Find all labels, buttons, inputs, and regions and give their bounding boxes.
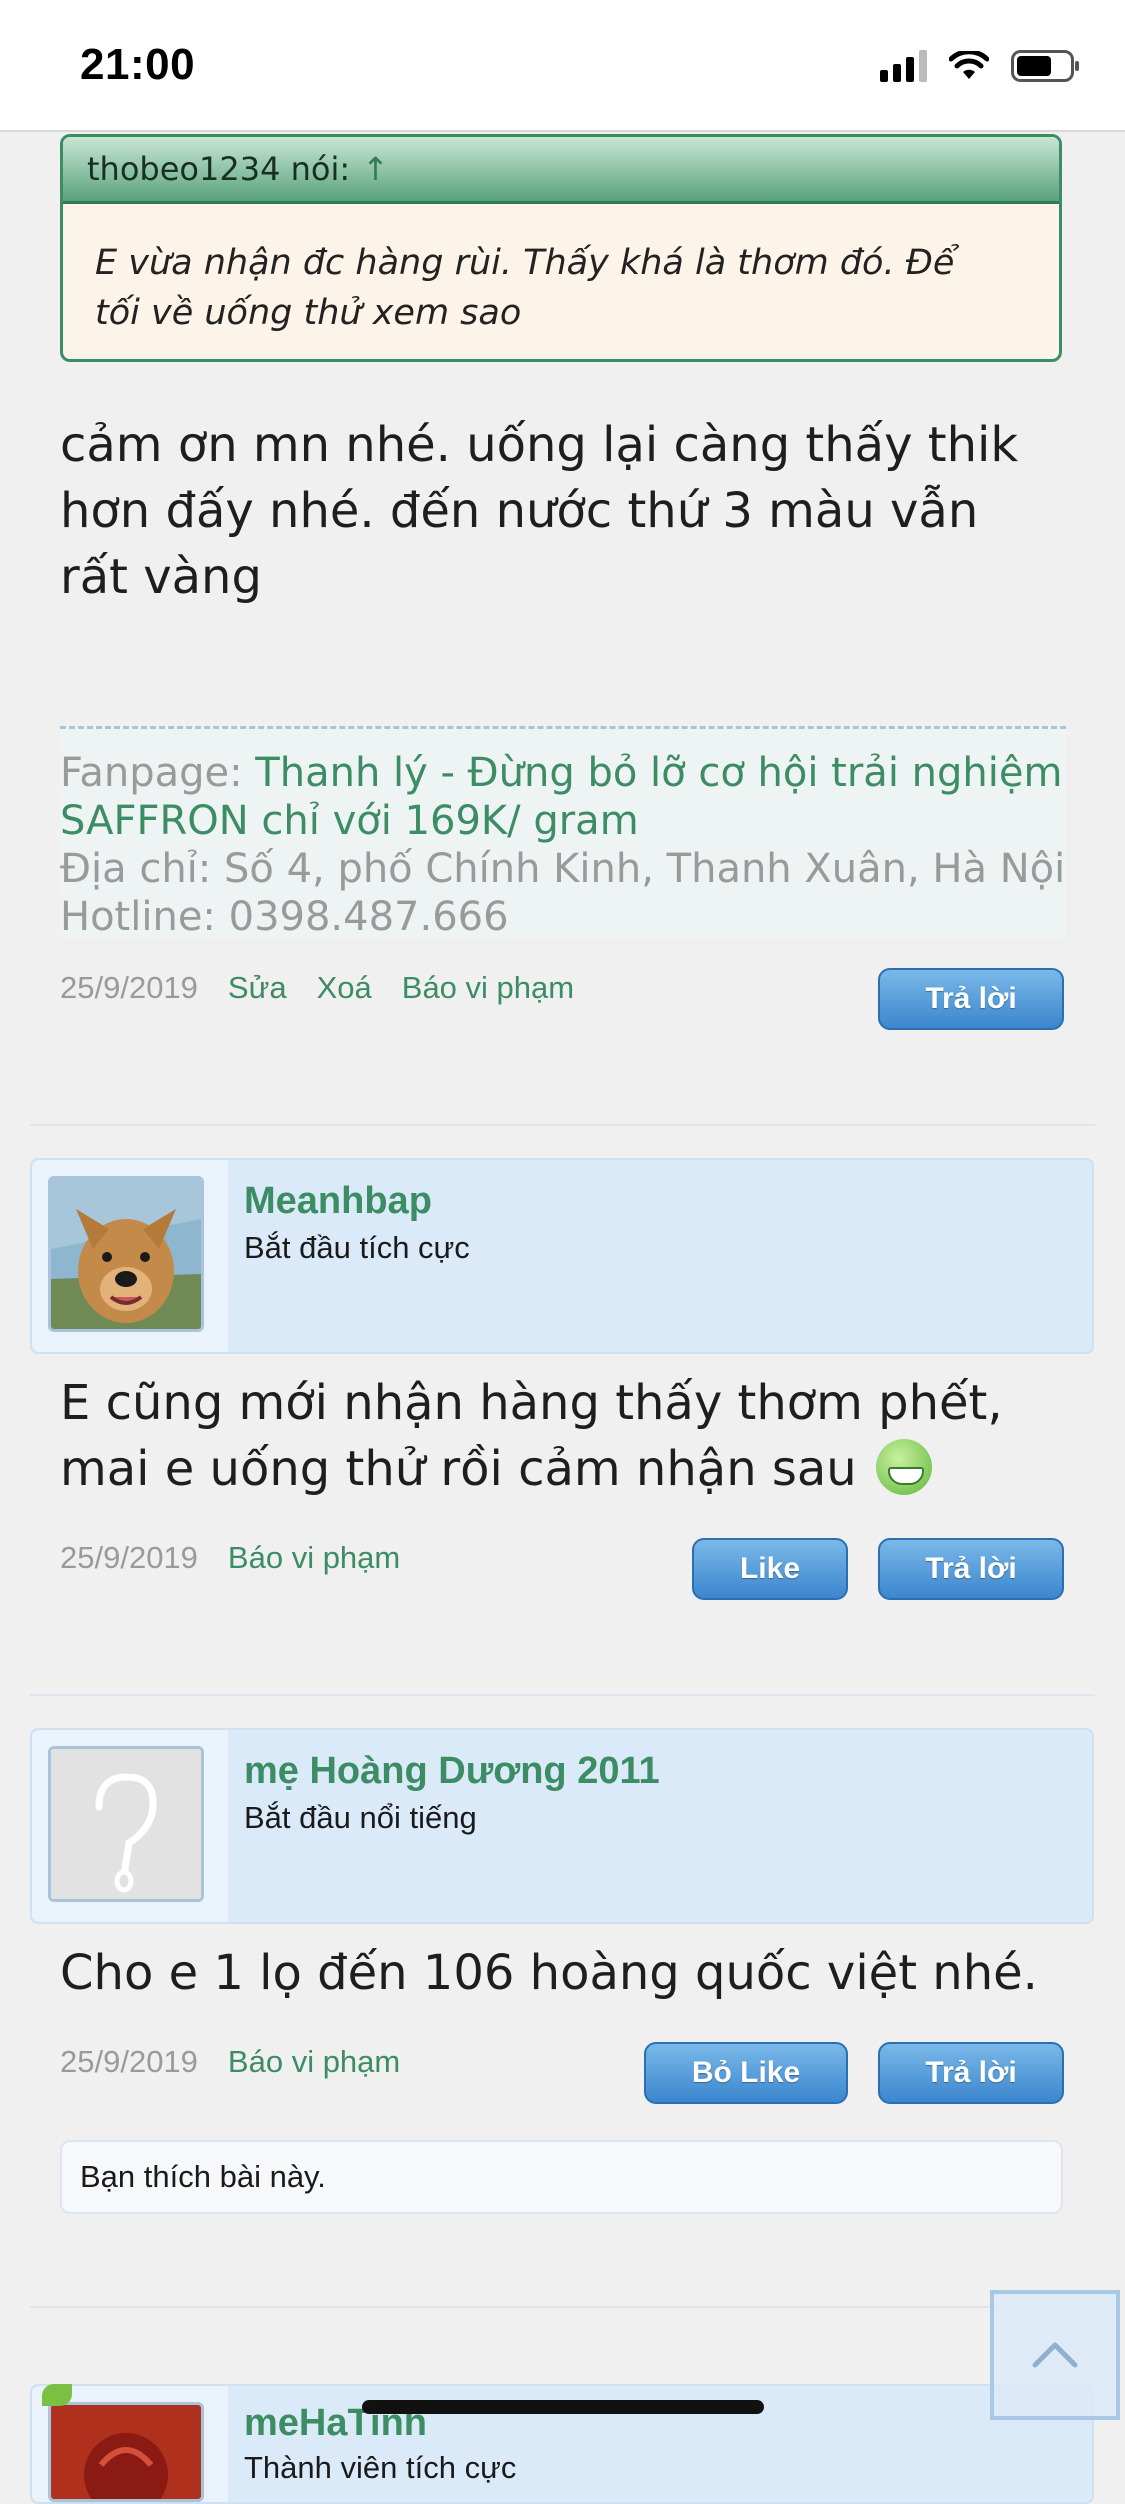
user-rank: Bắt đầu nổi tiếng	[244, 1800, 477, 1835]
post-message: E cũng mới nhận hàng thấy thơm phết, mai…	[60, 1375, 1003, 1497]
post-divider	[30, 1694, 1095, 1696]
fanpage-link-cont[interactable]: SAFFRON chỉ với 169K/ gram	[60, 797, 1066, 845]
post-meta: 25/9/2019 Báo vi phạm	[60, 1540, 400, 1576]
quoted-post: thobeo1234 nói: ↑ E vừa nhận đc hàng rùi…	[60, 134, 1062, 362]
post-meta: 25/9/2019 Báo vi phạm	[60, 2044, 400, 2080]
post-meta: 25/9/2019 Sửa Xoá Báo vi phạm	[60, 970, 574, 1006]
cellular-signal-icon	[880, 50, 927, 82]
online-badge-icon	[42, 2384, 72, 2406]
post-divider	[30, 1124, 1095, 1126]
user-name[interactable]: mẹ Hoàng Dương 2011	[244, 1750, 660, 1793]
delete-link[interactable]: Xoá	[317, 970, 372, 1006]
default-avatar[interactable]	[48, 1746, 204, 1902]
reply-button[interactable]: Trả lời	[878, 2042, 1064, 2104]
wifi-icon	[949, 51, 989, 81]
user-card: mẹ Hoàng Dương 2011 Bắt đầu nổi tiếng	[30, 1728, 1094, 1924]
status-icons	[880, 50, 1081, 82]
post-date: 25/9/2019	[60, 1540, 198, 1575]
quote-source-arrow-icon[interactable]: ↑	[362, 150, 389, 188]
post-signature: Fanpage: Thanh lý - Đừng bỏ lỡ cơ hội tr…	[60, 726, 1066, 940]
status-time: 21:00	[80, 40, 196, 89]
quote-author: thobeo1234 nói:	[87, 150, 351, 188]
reply-button[interactable]: Trả lời	[878, 1538, 1064, 1600]
scroll-to-top-button[interactable]	[990, 2290, 1120, 2420]
signature-address: Địa chỉ: Số 4, phố Chính Kinh, Thanh Xuâ…	[60, 846, 1066, 892]
like-button[interactable]: Like	[692, 1538, 848, 1600]
chevron-up-icon	[1032, 2342, 1078, 2368]
quote-header: thobeo1234 nói: ↑	[63, 137, 1059, 204]
signature-hotline: Hotline: 0398.487.666	[60, 894, 509, 940]
reply-button[interactable]: Trả lời	[878, 968, 1064, 1030]
grinning-emoji-icon	[875, 1439, 932, 1495]
user-rank: Bắt đầu tích cực	[244, 1230, 470, 1265]
quote-text: E vừa nhận đc hàng rùi. Thấy khá là thơm…	[95, 243, 955, 333]
report-link[interactable]: Báo vi phạm	[402, 970, 574, 1006]
fanpage-link[interactable]: Thanh lý - Đừng bỏ lỡ cơ hội trải nghiệm	[255, 750, 1062, 796]
user-card: Meanhbap Bắt đầu tích cực	[30, 1158, 1094, 1354]
user-name[interactable]: Meanhbap	[244, 1180, 432, 1223]
user-rank: Thành viên tích cực	[244, 2450, 517, 2485]
edit-link[interactable]: Sửa	[228, 970, 287, 1006]
post-message: cảm ơn mn nhé. uống lại càng thấy thik h…	[60, 417, 1019, 605]
post-divider	[30, 2306, 1095, 2308]
report-link[interactable]: Báo vi phạm	[228, 1540, 400, 1576]
report-link[interactable]: Báo vi phạm	[228, 2044, 400, 2080]
post-date: 25/9/2019	[60, 970, 198, 1005]
avatar[interactable]	[48, 2402, 204, 2502]
unlike-button[interactable]: Bỏ Like	[644, 2042, 848, 2104]
status-bar: 21:00	[0, 0, 1125, 132]
likes-summary: Bạn thích bài này.	[60, 2140, 1063, 2214]
post-date: 25/9/2019	[60, 2044, 198, 2079]
home-indicator[interactable]	[362, 2400, 764, 2414]
avatar[interactable]	[48, 1176, 204, 1332]
post-message: Cho e 1 lọ đến 106 hoàng quốc việt nhé.	[60, 1945, 1038, 2001]
battery-icon	[1011, 50, 1081, 82]
